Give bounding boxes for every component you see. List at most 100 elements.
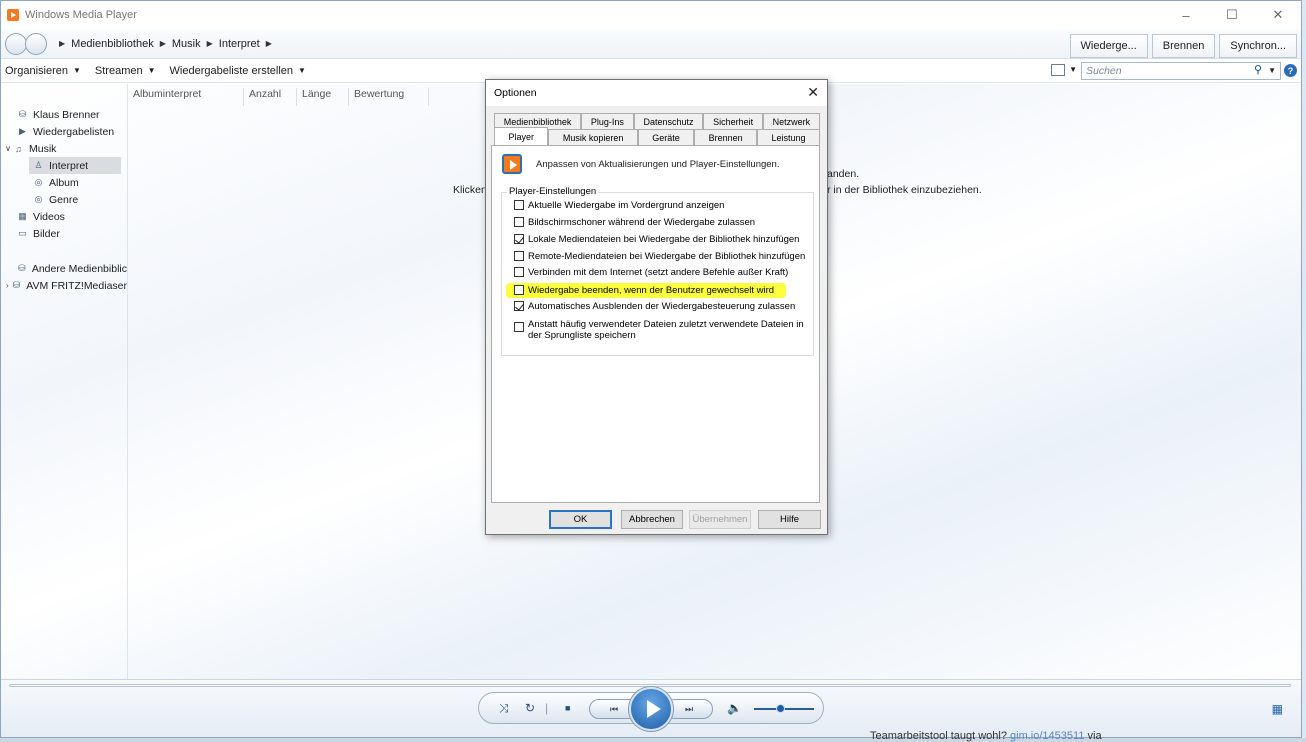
checkbox[interactable] (514, 285, 524, 295)
option-label: Aktuelle Wiedergabe im Vordergrund anzei… (528, 200, 725, 211)
sidebar-item-playlists[interactable]: ▶ Wiedergabelisten (1, 123, 127, 140)
column-count[interactable]: Anzahl (244, 88, 297, 106)
tab-rip-music[interactable]: Musik kopieren (548, 129, 638, 145)
view-options-icon[interactable] (1051, 64, 1065, 76)
breadcrumb-arrow-icon[interactable]: ▶ (160, 39, 166, 48)
volume-icon[interactable]: 🔈 (727, 701, 742, 715)
checkbox[interactable] (514, 322, 524, 332)
sidebar-item-music[interactable]: ∨ ♫ Musik (1, 140, 127, 157)
artist-icon: ♙ (34, 160, 43, 170)
sidebar: ⛁ Klaus Brenner ▶ Wiedergabelisten ∨ ♫ Musik… (1, 84, 128, 679)
sidebar-item-pictures[interactable]: ▭ Bilder (1, 225, 127, 242)
switch-to-now-playing-icon[interactable]: ▦ (1272, 702, 1283, 716)
sidebar-item-artist[interactable]: ♙ Interpret (29, 157, 121, 174)
checkbox[interactable] (514, 301, 524, 311)
option-add-remote-media[interactable]: Remote-Mediendateien bei Wiedergabe der … (514, 251, 805, 262)
chevron-down-icon[interactable]: ∨ (3, 144, 13, 153)
breadcrumb-arrow-icon[interactable]: ▶ (266, 39, 272, 48)
tab-player[interactable]: Player (494, 127, 549, 145)
back-button[interactable] (5, 32, 27, 55)
option-allow-screensaver[interactable]: Bildschirmschoner während der Wiedergabe… (514, 217, 755, 228)
sidebar-item-media-server[interactable]: › ⛁ AVM FRITZ!Mediaser (1, 277, 127, 294)
maximize-button[interactable]: ☐ (1209, 1, 1255, 29)
breadcrumb-artist[interactable]: Interpret (219, 38, 260, 50)
option-stop-on-user-switch[interactable]: Wiedergabe beenden, wenn der Benutzer ge… (514, 285, 774, 296)
option-connect-internet[interactable]: Verbinden mit dem Internet (setzt andere… (514, 267, 788, 278)
tab-burn-options[interactable]: Brennen (694, 129, 758, 145)
close-icon[interactable]: ✕ (807, 84, 819, 101)
repeat-icon[interactable]: ↻ (525, 701, 535, 715)
create-playlist-menu[interactable]: Wiedergabeliste erstellen ▼ (170, 65, 306, 77)
option-autohide-controls[interactable]: Automatisches Ausblenden der Wiedergabes… (514, 301, 795, 312)
picture-icon: ▭ (18, 228, 27, 238)
tab-devices[interactable]: Geräte (637, 129, 695, 145)
shuffle-icon[interactable]: ⤨ (499, 701, 509, 716)
column-rating[interactable]: Bewertung (349, 88, 429, 106)
chevron-down-icon: ▼ (298, 66, 306, 75)
help-icon[interactable]: ? (1284, 64, 1297, 77)
taskbar-edge (0, 738, 1306, 742)
sidebar-item-label: Bilder (33, 227, 60, 240)
option-label: Wiedergabe beenden, wenn der Benutzer ge… (528, 285, 775, 296)
option-label: Bildschirmschoner während der Wiedergabe… (528, 217, 756, 228)
tab-performance[interactable]: Leistung (757, 129, 820, 145)
playlist-icon: ▶ (19, 126, 26, 136)
breadcrumb-library[interactable]: Medienbibliothek (71, 38, 154, 50)
sidebar-item-videos[interactable]: ▦ Videos (1, 208, 127, 225)
empty-library-text-right-2: r in der Bibliothek einzubeziehen. (827, 184, 982, 196)
search-icon[interactable]: ⚲ (1254, 63, 1262, 76)
chevron-right-icon[interactable]: › (3, 281, 12, 290)
option-label: Anstatt häufig verwendeter Dateien zulet… (528, 319, 804, 341)
nav-buttons (5, 32, 47, 55)
network-library-icon: ⛁ (18, 263, 26, 273)
breadcrumb-arrow-icon: ▶ (59, 39, 66, 48)
genre-icon: ◎ (34, 194, 43, 204)
stream-menu[interactable]: Streamen ▼ (95, 65, 156, 77)
checkbox[interactable] (514, 217, 524, 227)
option-show-now-playing-on-top[interactable]: Aktuelle Wiedergabe im Vordergrund anzei… (514, 200, 724, 211)
sidebar-item-genre[interactable]: ◎ Genre (1, 191, 127, 208)
checkbox[interactable] (514, 200, 524, 210)
tab-network[interactable]: Netzwerk (762, 113, 820, 129)
checkbox[interactable] (514, 251, 524, 261)
column-length[interactable]: Länge (297, 88, 349, 106)
panel-header: Anpassen von Aktualisierungen und Player… (502, 154, 779, 174)
option-add-local-media[interactable]: Lokale Mediendateien bei Wiedergabe der … (514, 234, 799, 245)
tab-play[interactable]: Wiederge... (1069, 34, 1148, 58)
playback-controls: ⤨ ↻ | ■ ⏮ ⏭ 🔈 (478, 687, 824, 731)
panel-intro-text: Anpassen von Aktualisierungen und Player… (536, 158, 780, 170)
checkbox[interactable] (514, 234, 524, 244)
help-button[interactable]: Hilfe (758, 510, 821, 529)
cancel-button[interactable]: Abbrechen (621, 510, 683, 529)
sidebar-item-other-libraries[interactable]: ⛁ Andere Medienbiblic (1, 260, 127, 277)
option-jumplist-recent[interactable]: Anstatt häufig verwendeter Dateien zulet… (514, 319, 804, 341)
tab-security[interactable]: Sicherheit (703, 113, 763, 129)
checkbox[interactable] (514, 267, 524, 277)
sidebar-item-album[interactable]: ◎ Album (1, 174, 127, 191)
chevron-down-icon: ▼ (147, 66, 156, 75)
volume-slider-handle[interactable] (776, 704, 785, 713)
chevron-down-icon[interactable]: ▼ (1268, 66, 1276, 75)
organize-menu[interactable]: Organisieren ▼ (5, 65, 81, 77)
play-button[interactable] (629, 687, 673, 731)
tab-burn[interactable]: Brennen (1151, 34, 1216, 58)
tab-sync[interactable]: Synchron... (1219, 34, 1297, 58)
sidebar-item-user[interactable]: ⛁ Klaus Brenner (1, 106, 127, 123)
background-link[interactable]: gim.io/1453511 (1010, 730, 1084, 742)
chevron-down-icon[interactable]: ▼ (1069, 65, 1077, 74)
ok-button[interactable]: OK (549, 510, 612, 529)
column-album-artist[interactable]: Albuminterpret (128, 88, 244, 106)
forward-button[interactable] (25, 32, 47, 55)
close-window-button[interactable]: ✕ (1255, 1, 1301, 29)
tab-plugins[interactable]: Plug-Ins (581, 113, 634, 129)
column-headers: Albuminterpret Anzahl Länge Bewertung (128, 88, 429, 106)
apply-button[interactable]: Übernehmen (689, 510, 751, 529)
organize-label: Organisieren (5, 64, 68, 77)
top-tabs: Wiederge... Brennen Synchron... (1069, 34, 1297, 58)
search-input[interactable]: Suchen ⚲ ▼ (1081, 62, 1281, 80)
tab-privacy[interactable]: Datenschutz (633, 113, 704, 129)
breadcrumb-music[interactable]: Musik (172, 38, 201, 50)
minimize-button[interactable]: – (1163, 1, 1209, 29)
breadcrumb-arrow-icon[interactable]: ▶ (207, 39, 213, 48)
stop-icon[interactable]: ■ (565, 703, 570, 713)
